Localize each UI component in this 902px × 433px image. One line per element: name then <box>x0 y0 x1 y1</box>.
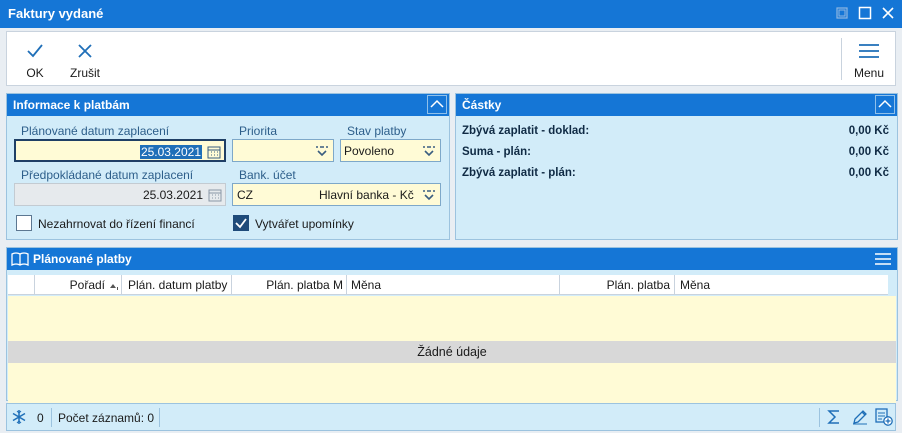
grid-header-selector <box>8 275 35 295</box>
record-count: Počet záznamů: 0 <box>58 411 155 425</box>
checkmark-icon <box>27 44 43 58</box>
edit-icon[interactable] <box>852 409 868 428</box>
status-divider <box>159 408 160 427</box>
planned-payments-panel: Plánované platby Pořadí Plán. datum plat… <box>6 247 898 406</box>
cancel-button[interactable]: Zrušit <box>65 32 105 85</box>
payment-state-label: Stav platby <box>347 124 407 138</box>
expected-date-value: 25.03.2021 <box>142 188 203 202</box>
window-title: Faktury vydané <box>8 6 104 21</box>
amount-row: Suma - plán: 0,00 Kč <box>462 146 889 158</box>
payment-info-header: Informace k platbám <box>7 94 449 116</box>
reminders-checkbox[interactable] <box>233 215 249 231</box>
status-bar: 0 Počet záznamů: 0 <box>6 403 896 431</box>
window-titlebar: Faktury vydané <box>0 0 902 28</box>
amounts-panel: Částky Zbývá zaplatit - doklad: 0,00 Kč … <box>455 93 898 240</box>
snowflake-icon[interactable] <box>11 409 27 428</box>
planned-date-field[interactable]: 25.03.2021 <box>14 139 226 162</box>
priority-select[interactable] <box>232 139 334 162</box>
collapse-up-icon[interactable] <box>427 95 447 114</box>
calendar-icon[interactable] <box>207 145 221 159</box>
maximize-icon[interactable] <box>857 5 873 21</box>
hamburger-icon[interactable] <box>873 251 893 270</box>
dropdown-icon <box>423 190 435 201</box>
payment-state-select[interactable]: Povoleno <box>340 139 441 162</box>
reminders-label: Vytvářet upomínky <box>255 217 354 231</box>
planned-date-value: 25.03.2021 <box>139 145 202 159</box>
empty-message: Žádné údaje <box>8 341 896 363</box>
expected-date-label: Předpokládané datum zaplacení <box>21 168 194 182</box>
column-header-planned-amount-m[interactable]: Plán. platba M <box>232 275 347 295</box>
amount-label: Zbývá zaplatit - doklad: <box>462 125 590 137</box>
amount-value: 0,00 Kč <box>848 167 889 179</box>
menu-button[interactable]: Menu <box>847 32 891 85</box>
payment-info-panel: Informace k platbám Plánované datum zapl… <box>6 93 450 240</box>
column-header-planned-amount[interactable]: Plán. platba <box>560 275 675 295</box>
column-header-order[interactable]: Pořadí <box>35 275 122 295</box>
amount-value: 0,00 Kč <box>848 125 889 137</box>
menu-label: Menu <box>853 66 885 80</box>
grid-header: Pořadí Plán. datum platby Plán. platba M… <box>8 275 888 295</box>
toolbar: OK Zrušit Menu <box>6 31 896 86</box>
checkmark-icon <box>235 218 247 229</box>
dropdown-icon <box>423 146 435 157</box>
expected-date-field: 25.03.2021 <box>14 183 226 206</box>
amounts-title: Částky <box>462 98 502 112</box>
amounts-header: Částky <box>456 94 897 116</box>
amount-label: Suma - plán: <box>462 146 532 158</box>
column-header-currency[interactable]: Měna <box>675 275 888 295</box>
planned-payments-title: Plánované platby <box>33 252 132 266</box>
column-header-currency-m[interactable]: Měna <box>347 275 560 295</box>
bank-account-label: Bank. účet <box>239 168 296 182</box>
dropdown-icon <box>316 146 328 157</box>
selected-count: 0 <box>37 411 44 425</box>
ok-button[interactable]: OK <box>15 32 55 85</box>
bank-account-select[interactable]: CZ Hlavní banka - Kč <box>232 183 441 206</box>
cross-icon <box>78 44 92 58</box>
payment-info-title: Informace k platbám <box>13 98 130 112</box>
cancel-label: Zrušit <box>70 66 100 80</box>
amount-row: Zbývá zaplatit - plán: 0,00 Kč <box>462 167 889 179</box>
exclude-finance-label: Nezahrnovat do řízení financí <box>38 217 195 231</box>
column-header-planned-date[interactable]: Plán. datum platby <box>122 275 232 295</box>
collapse-up-icon[interactable] <box>875 95 895 114</box>
bank-account-code: CZ <box>237 188 253 202</box>
bank-account-name: Hlavní banka - Kč <box>319 188 414 202</box>
toolbar-divider <box>841 38 842 80</box>
add-record-icon[interactable] <box>875 408 893 429</box>
payment-state-value: Povoleno <box>344 144 395 158</box>
hamburger-icon <box>859 44 879 58</box>
restore-icon[interactable] <box>834 5 850 21</box>
grid-body[interactable]: Žádné údaje <box>8 296 896 406</box>
ok-label: OK <box>26 66 44 80</box>
book-icon <box>11 251 29 270</box>
sum-icon[interactable] <box>826 409 842 428</box>
calendar-icon <box>208 189 222 202</box>
amount-row: Zbývá zaplatit - doklad: 0,00 Kč <box>462 125 889 137</box>
close-icon[interactable] <box>880 5 896 21</box>
priority-label: Priorita <box>239 124 278 138</box>
status-divider <box>51 408 52 427</box>
sort-asc-icon <box>109 280 119 294</box>
planned-payments-header: Plánované platby <box>7 248 897 270</box>
exclude-finance-checkbox[interactable] <box>16 215 32 231</box>
amount-value: 0,00 Kč <box>848 146 889 158</box>
planned-date-label: Plánované datum zaplacení <box>21 124 170 138</box>
status-divider <box>819 408 820 427</box>
amount-label: Zbývá zaplatit - plán: <box>462 167 576 179</box>
